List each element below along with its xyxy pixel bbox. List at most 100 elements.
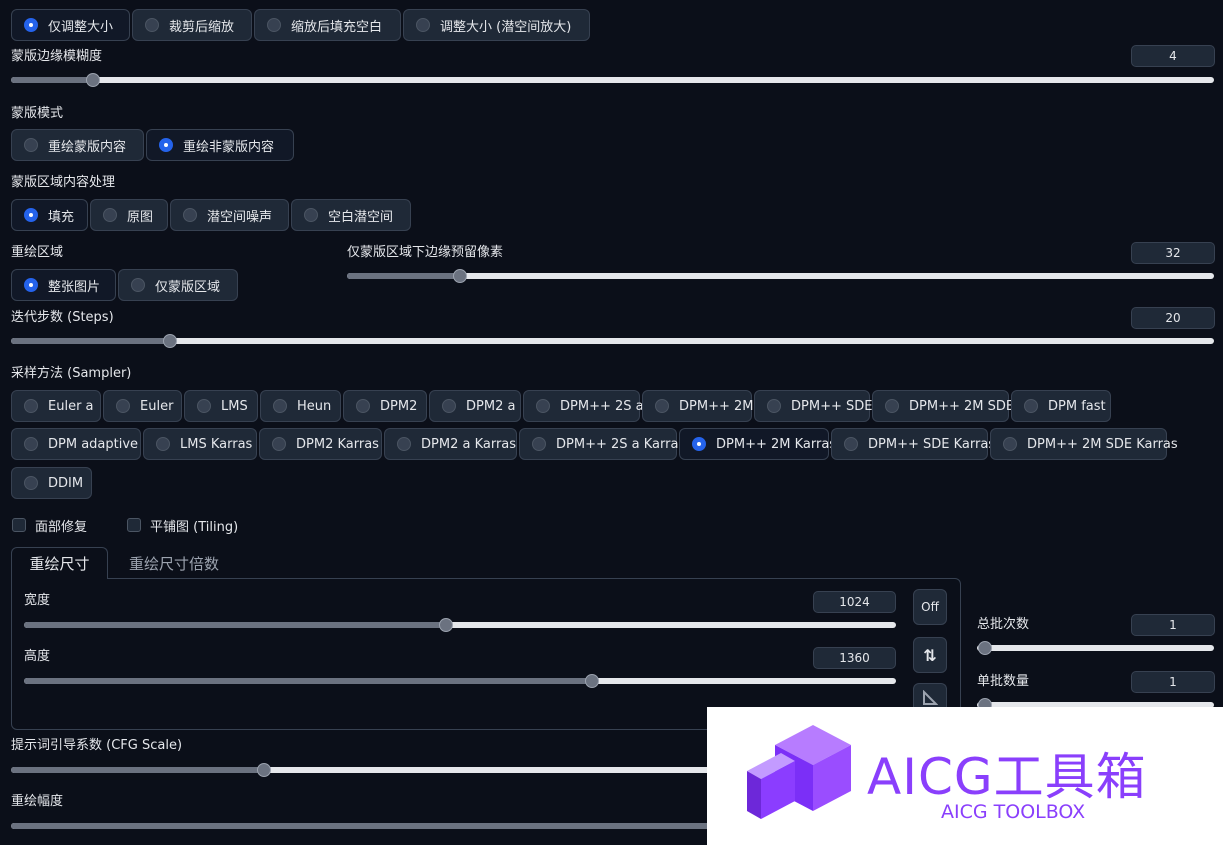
batch-size-number[interactable]: 1	[1131, 671, 1215, 693]
radio-dot	[183, 208, 197, 222]
sampler-option[interactable]: DPM++ SDE Karras	[831, 428, 995, 460]
sampler-option[interactable]: Euler a	[11, 390, 101, 422]
height-slider[interactable]	[24, 674, 896, 688]
radio-whole-picture[interactable]: 整张图片	[11, 269, 116, 301]
batch-size-label: 单批数量	[977, 674, 1030, 689]
sampler-option[interactable]: DPM++ SDE	[754, 390, 872, 422]
sampler-option[interactable]: DPM++ 2M	[642, 390, 753, 422]
slider-thumb[interactable]	[452, 269, 467, 283]
tab-resize-by[interactable]: 重绘尺寸倍数	[112, 547, 236, 579]
radio-dot	[24, 278, 38, 292]
sampler-option[interactable]: LMS Karras	[143, 428, 257, 460]
batch-count-label: 总批次数	[977, 617, 1030, 632]
radio-inpaint-masked[interactable]: 重绘蒙版内容	[11, 129, 144, 161]
mask-blur-number[interactable]: 4	[1131, 45, 1215, 67]
slider-fill	[11, 823, 733, 829]
sampler-option[interactable]: DPM fast	[1011, 390, 1111, 422]
padding-slider[interactable]	[347, 269, 1214, 283]
radio-resize-fill[interactable]: 缩放后填充空白	[254, 9, 401, 41]
radio-dot	[536, 399, 550, 413]
radio-dot	[24, 399, 38, 413]
inpaint-area-label: 重绘区域	[11, 245, 64, 260]
sampler-option[interactable]: DPM++ 2S a Karras	[519, 428, 685, 460]
swap-icon: ⇅	[923, 645, 937, 665]
cfg-scale-label: 提示词引导系数 (CFG Scale)	[11, 738, 183, 753]
radio-dot	[844, 437, 858, 451]
triangle-ruler-icon	[923, 689, 938, 705]
steps-number[interactable]: 20	[1131, 307, 1215, 329]
radio-dot	[885, 399, 899, 413]
slider-fill	[24, 622, 447, 628]
radio-dot	[24, 138, 38, 152]
radio-dot	[145, 18, 159, 32]
steps-label: 迭代步数 (Steps)	[11, 310, 114, 325]
width-number[interactable]: 1024	[813, 591, 896, 613]
padding-label: 仅蒙版区域下边缘预留像素	[347, 245, 504, 260]
sampler-option[interactable]: Heun	[260, 390, 341, 422]
off-button[interactable]: Off	[913, 589, 947, 625]
radio-original[interactable]: 原图	[90, 199, 168, 231]
radio-resize-only[interactable]: 仅调整大小	[11, 9, 130, 41]
radio-dot	[24, 18, 38, 32]
sampler-option[interactable]: DPM++ 2S a	[523, 390, 644, 422]
radio-latent-upscale[interactable]: 调整大小 (潜空间放大)	[403, 9, 590, 41]
sampler-option[interactable]: DPM2	[343, 390, 427, 422]
tiling-checkbox[interactable]	[127, 518, 141, 532]
radio-latent-nothing[interactable]: 空白潜空间	[291, 199, 411, 231]
denoise-label: 重绘幅度	[11, 794, 64, 809]
radio-dot	[304, 208, 318, 222]
sampler-option[interactable]: DDIM	[11, 467, 92, 499]
slider-thumb[interactable]	[439, 618, 454, 632]
radio-dot	[156, 437, 170, 451]
radio-dot	[116, 399, 130, 413]
radio-dot	[103, 208, 117, 222]
radio-dot	[1024, 399, 1038, 413]
radio-dot	[532, 437, 546, 451]
masked-content-label: 蒙版区域内容处理	[11, 175, 116, 190]
slider-fill	[347, 273, 460, 279]
sampler-option[interactable]: DPM2 a	[429, 390, 521, 422]
slider-thumb[interactable]	[85, 73, 100, 87]
radio-latent-noise[interactable]: 潜空间噪声	[170, 199, 289, 231]
radio-fill[interactable]: 填充	[11, 199, 88, 231]
sampler-option[interactable]: LMS	[184, 390, 258, 422]
radio-dot	[356, 399, 370, 413]
face-restore-checkbox[interactable]	[12, 518, 26, 532]
slider-thumb[interactable]	[162, 334, 177, 348]
width-label: 宽度	[24, 593, 51, 608]
swap-dimensions-button[interactable]: ⇅	[913, 637, 947, 673]
toolbox-logo-icon	[747, 725, 851, 819]
sampler-option[interactable]: DPM++ 2M SDE Karras	[990, 428, 1178, 460]
batch-count-number[interactable]: 1	[1131, 614, 1215, 636]
width-slider[interactable]	[24, 618, 896, 632]
tab-resize-to[interactable]: 重绘尺寸	[11, 547, 108, 579]
sampler-option[interactable]: Euler	[103, 390, 182, 422]
slider-thumb[interactable]	[978, 641, 992, 655]
batch-count-slider[interactable]	[977, 641, 1214, 655]
slider-thumb[interactable]	[256, 763, 271, 777]
radio-dot	[267, 18, 281, 32]
radio-inpaint-not-masked[interactable]: 重绘非蒙版内容	[146, 129, 294, 161]
radio-dot	[655, 399, 669, 413]
slider-fill	[24, 678, 592, 684]
radio-dot	[273, 399, 287, 413]
height-label: 高度	[24, 649, 51, 664]
sampler-option[interactable]: DPM2 Karras	[259, 428, 382, 460]
padding-number[interactable]: 32	[1131, 242, 1215, 264]
sampler-option[interactable]: DPM2 a Karras	[384, 428, 517, 460]
tiling-label: 平铺图 (Tiling)	[150, 520, 239, 535]
sampler-option[interactable]: DPM++ 2M SDE	[872, 390, 1014, 422]
radio-dot	[131, 278, 145, 292]
watermark-title: AICG工具箱	[867, 748, 1147, 806]
slider-thumb[interactable]	[584, 674, 599, 688]
radio-only-masked[interactable]: 仅蒙版区域	[118, 269, 238, 301]
sampler-option-selected[interactable]: DPM++ 2M Karras	[679, 428, 836, 460]
steps-slider[interactable]	[11, 334, 1214, 348]
radio-dot	[692, 437, 706, 451]
watermark-banner: AICG工具箱 AICG TOOLBOX	[707, 707, 1223, 845]
mask-blur-slider[interactable]	[11, 73, 1214, 87]
radio-crop-resize[interactable]: 裁剪后缩放	[132, 9, 252, 41]
height-number[interactable]: 1360	[813, 647, 896, 669]
slider-fill	[11, 767, 264, 773]
sampler-option[interactable]: DPM adaptive	[11, 428, 141, 460]
